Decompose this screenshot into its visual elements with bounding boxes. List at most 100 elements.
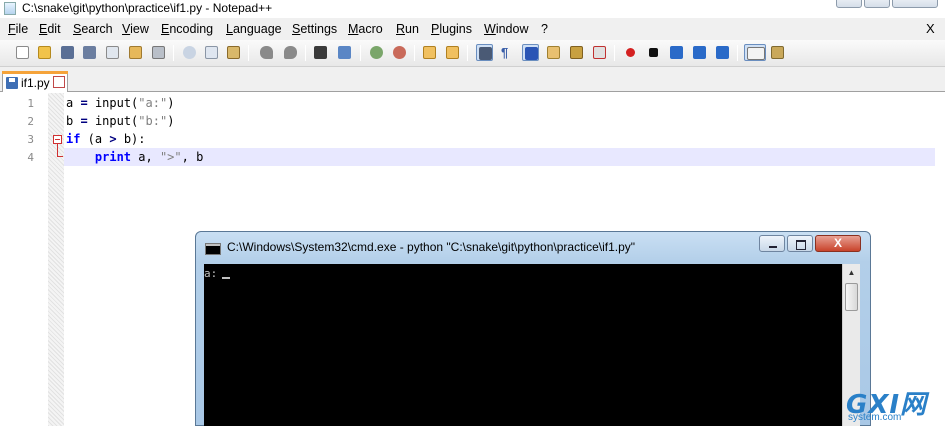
paren: )	[167, 114, 175, 128]
operator: >	[109, 132, 117, 146]
plugin-icon[interactable]	[769, 44, 786, 61]
scroll-up-icon[interactable]: ▲	[843, 264, 860, 281]
save-macro-icon[interactable]	[714, 44, 731, 61]
toolbar: ¶	[0, 40, 945, 67]
close-document-button[interactable]: X	[926, 21, 935, 36]
save-icon[interactable]	[59, 44, 76, 61]
open-file-icon[interactable]	[36, 44, 53, 61]
code-text: b):	[116, 132, 146, 146]
function-call: input(	[94, 96, 139, 110]
tab-if1-py[interactable]: if1.py	[2, 71, 68, 92]
menu-language[interactable]: Language	[226, 22, 282, 36]
desktop: C:\snake\git\python\practice\if1.py - No…	[0, 0, 945, 426]
cmd-window-title: C:\Windows\System32\cmd.exe - python "C:…	[227, 240, 636, 254]
close-all-icon[interactable]	[127, 44, 144, 61]
fold-line	[57, 144, 58, 156]
console-text: a:	[204, 267, 218, 280]
code-line-2: b = input("b:")	[66, 114, 174, 132]
active-tab-indicator	[2, 71, 68, 74]
new-file-icon[interactable]	[14, 44, 31, 61]
playback-macro-icon[interactable]	[668, 44, 685, 61]
menu-plugins[interactable]: Plugins	[431, 22, 472, 36]
word-wrap-icon[interactable]	[476, 44, 493, 61]
menu-view[interactable]: View	[122, 22, 149, 36]
watermark-subtext: system.com	[848, 412, 902, 423]
scrollbar-thumb[interactable]	[845, 283, 858, 311]
copy-icon[interactable]	[203, 44, 220, 61]
tab-label: if1.py	[21, 76, 50, 90]
indent-guide-icon[interactable]	[522, 44, 539, 61]
cmd-window[interactable]: C:\Windows\System32\cmd.exe - python "C:…	[195, 231, 871, 426]
undo-icon[interactable]	[258, 44, 275, 61]
tab-bar: if1.py	[0, 67, 945, 92]
menu-run[interactable]: Run	[396, 22, 419, 36]
code-line-4: print a, ">", b	[66, 150, 203, 168]
notepad-plus-plus-icon	[4, 2, 16, 15]
operator: =	[80, 96, 88, 110]
replace-icon[interactable]	[336, 44, 353, 61]
cmd-icon	[205, 243, 221, 255]
close-icon: X	[833, 236, 842, 250]
identifier: b	[66, 114, 74, 128]
cmd-maximize-button[interactable]	[787, 235, 813, 252]
string-literal: "b:"	[138, 114, 168, 128]
fold-collapse-icon[interactable]	[53, 135, 62, 144]
run-macro-multiple-icon[interactable]	[691, 44, 708, 61]
cut-icon[interactable]	[181, 44, 198, 61]
line-number: 4	[27, 151, 34, 164]
cmd-minimize-button[interactable]	[759, 235, 785, 252]
text-cursor	[222, 277, 230, 279]
stop-recording-icon[interactable]	[645, 44, 662, 61]
paste-icon[interactable]	[225, 44, 242, 61]
line-number: 2	[27, 115, 34, 128]
code-text: a,	[131, 150, 160, 164]
paren: )	[167, 96, 175, 110]
keyword: if	[66, 132, 81, 146]
code-line-3: if (a > b):	[66, 132, 146, 150]
menu-search[interactable]: Search	[73, 22, 113, 36]
window-title: C:\snake\git\python\practice\if1.py - No…	[22, 1, 273, 15]
sync-vertical-icon[interactable]	[421, 44, 438, 61]
menu-edit[interactable]: Edit	[39, 22, 61, 36]
maximize-button[interactable]	[864, 0, 890, 8]
menu-bar: File Edit Search View Encoding Language …	[0, 18, 945, 40]
operator: =	[80, 114, 88, 128]
user-defined-language-icon[interactable]	[545, 44, 562, 61]
cmd-close-button[interactable]: X	[815, 235, 861, 252]
print-icon[interactable]	[150, 44, 167, 61]
code-line-1: a = input("a:")	[66, 96, 174, 114]
menu-help[interactable]: ?	[541, 22, 548, 36]
close-tab-icon[interactable]	[53, 76, 65, 88]
show-all-chars-icon[interactable]: ¶	[499, 44, 516, 61]
sync-horizontal-icon[interactable]	[444, 44, 461, 61]
saved-file-icon	[6, 77, 18, 89]
close-window-button[interactable]	[892, 0, 938, 8]
find-icon[interactable]	[312, 44, 329, 61]
zoom-in-icon[interactable]	[368, 44, 385, 61]
fold-end	[57, 156, 63, 157]
minimize-button[interactable]	[836, 0, 862, 8]
console-output[interactable]: a:	[204, 264, 842, 426]
menu-window[interactable]: Window	[484, 22, 528, 36]
close-file-icon[interactable]	[104, 44, 121, 61]
spell-check-icon[interactable]	[744, 44, 766, 61]
title-bar[interactable]: C:\snake\git\python\practice\if1.py - No…	[0, 0, 945, 18]
menu-settings[interactable]: Settings	[292, 22, 337, 36]
line-number: 3	[27, 133, 34, 146]
keyword: print	[94, 150, 132, 164]
line-number: 1	[27, 97, 34, 110]
document-map-icon[interactable]	[568, 44, 585, 61]
redo-icon[interactable]	[282, 44, 299, 61]
identifier: a	[66, 96, 74, 110]
function-call: input(	[94, 114, 139, 128]
function-list-icon[interactable]	[591, 44, 608, 61]
save-all-icon[interactable]	[81, 44, 98, 61]
string-literal: "a:"	[138, 96, 168, 110]
code-text: (a	[80, 132, 110, 146]
menu-macro[interactable]: Macro	[348, 22, 383, 36]
record-macro-icon[interactable]	[622, 44, 639, 61]
zoom-out-icon[interactable]	[391, 44, 408, 61]
menu-encoding[interactable]: Encoding	[161, 22, 213, 36]
menu-file[interactable]: File	[8, 22, 28, 36]
